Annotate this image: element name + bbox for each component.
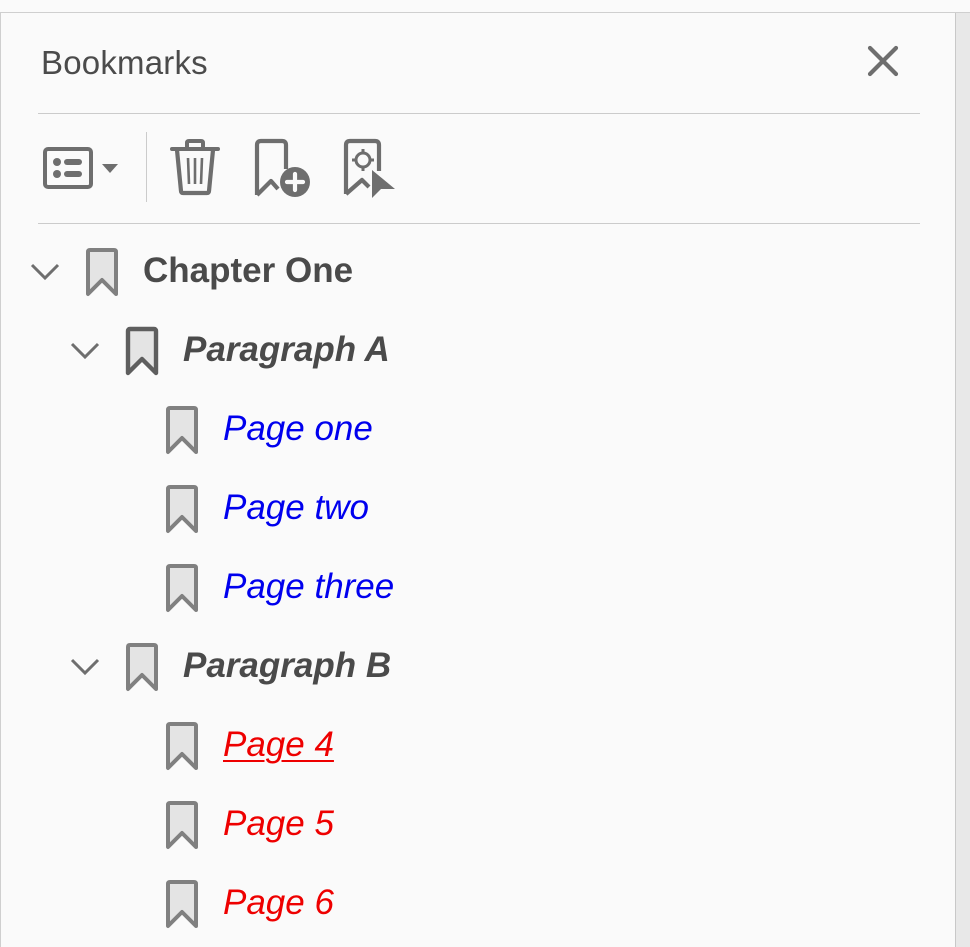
bookmark-item[interactable]: Paragraph A: [0, 312, 950, 391]
scrollbar-track[interactable]: [955, 13, 970, 947]
bookmark-label[interactable]: Page one: [223, 409, 373, 449]
bookmark-add-icon: [254, 138, 310, 197]
bookmark-item[interactable]: Paragraph B: [0, 628, 950, 707]
bookmark-target-icon: [343, 138, 395, 198]
bookmark-label[interactable]: Page 5: [223, 804, 334, 844]
bookmark-icon: [86, 248, 118, 296]
bookmark-icon: [166, 880, 198, 928]
bookmark-item[interactable]: Page three: [0, 549, 950, 628]
toolbar-divider: [38, 223, 920, 224]
close-icon: [867, 45, 899, 77]
bookmark-label[interactable]: Page 6: [223, 883, 334, 923]
bookmark-label[interactable]: Paragraph A: [183, 330, 390, 370]
chevron-down-icon[interactable]: [30, 262, 60, 282]
bookmark-icon: [166, 485, 198, 533]
bookmark-label[interactable]: Page two: [223, 488, 369, 528]
bookmark-icon: [125, 326, 159, 376]
expand-current-bookmark-button[interactable]: [340, 136, 402, 200]
bookmark-item[interactable]: Page 4: [0, 707, 950, 786]
bookmark-icon: [126, 643, 158, 691]
options-menu-button[interactable]: [40, 140, 122, 196]
panel-top-border: [0, 12, 970, 13]
toolbar-separator: [146, 132, 147, 202]
bookmark-item[interactable]: Page one: [0, 391, 950, 470]
delete-bookmark-button[interactable]: [164, 136, 226, 198]
bookmark-icon: [166, 801, 198, 849]
bookmark-label[interactable]: Paragraph B: [183, 646, 391, 686]
caret-down-icon: [102, 164, 118, 173]
bookmark-label[interactable]: Page 4: [223, 725, 334, 765]
bookmark-icon: [166, 406, 198, 454]
new-bookmark-button[interactable]: [250, 136, 314, 200]
bookmark-label[interactable]: Page three: [223, 567, 394, 607]
close-button[interactable]: [862, 40, 904, 82]
trash-icon: [170, 139, 220, 196]
bookmark-item[interactable]: Chapter One: [0, 233, 950, 312]
bookmark-icon: [166, 722, 198, 770]
bookmark-icon: [166, 564, 198, 612]
panel-title: Bookmarks: [41, 44, 208, 81]
bookmark-item[interactable]: Page two: [0, 470, 950, 549]
header-divider: [38, 113, 920, 114]
bookmark-item[interactable]: Page 5: [0, 786, 950, 865]
list-options-icon: [43, 147, 93, 189]
bookmark-item[interactable]: Page 6: [0, 865, 950, 944]
chevron-down-icon[interactable]: [70, 341, 100, 361]
bookmark-label[interactable]: Chapter One: [143, 251, 353, 291]
chevron-down-icon[interactable]: [70, 657, 100, 677]
